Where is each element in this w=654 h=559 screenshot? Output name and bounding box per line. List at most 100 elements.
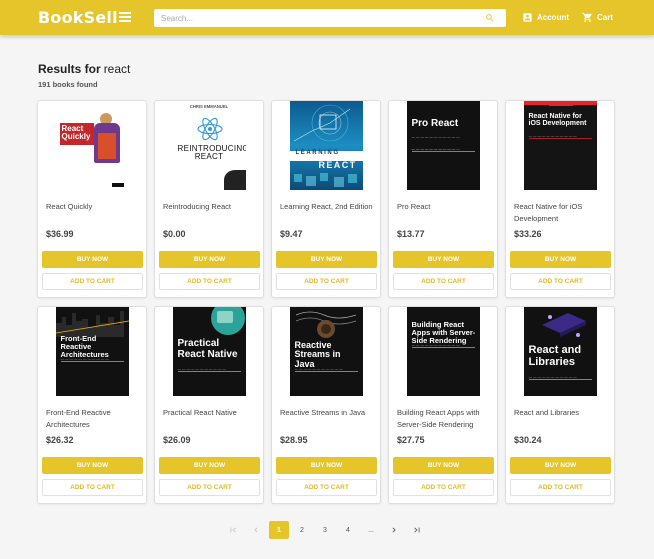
- book-price: $13.77: [397, 229, 425, 239]
- book-title[interactable]: Reintroducing React: [163, 201, 259, 213]
- add-to-cart-button[interactable]: ADD TO CART: [159, 273, 260, 290]
- search-bar[interactable]: [154, 9, 506, 27]
- book-cover[interactable]: Building React Apps with Server-Side Ren…: [389, 307, 497, 396]
- book-cover[interactable]: Reactive Streams in Java — — — — — — — —…: [272, 307, 380, 396]
- add-to-cart-button[interactable]: ADD TO CART: [510, 479, 611, 496]
- buy-now-button[interactable]: BUY NOW: [159, 251, 260, 268]
- cover-skyline-icon: [55, 311, 129, 337]
- add-to-cart-button[interactable]: ADD TO CART: [276, 273, 377, 290]
- book-price: $28.95: [280, 435, 308, 445]
- book-card[interactable]: React and Libraries — — — — — — — — — — …: [505, 306, 615, 504]
- buy-now-button[interactable]: BUY NOW: [159, 457, 260, 474]
- add-to-cart-button[interactable]: ADD TO CART: [276, 479, 377, 496]
- book-card[interactable]: Reactive Streams in Java — — — — — — — —…: [271, 306, 381, 504]
- book-price: $30.24: [514, 435, 542, 445]
- cover-title: Building React Apps with Server-Side Ren…: [411, 320, 476, 345]
- page-ellipsis: ...: [368, 526, 374, 534]
- cover-device-icon: [541, 313, 586, 337]
- buy-now-button[interactable]: BUY NOW: [276, 457, 377, 474]
- book-card[interactable]: Building React Apps with Server-Side Ren…: [388, 306, 498, 504]
- first-page-button[interactable]: [223, 521, 243, 539]
- book-cover[interactable]: CHRIS EMMANUEL REINTRODUCING REACT: [155, 101, 263, 190]
- book-title[interactable]: Pro React: [397, 201, 493, 213]
- book-price: $0.00: [163, 229, 186, 239]
- cart-label: Cart: [597, 12, 614, 22]
- first-page-icon: [230, 527, 236, 533]
- buy-now-button[interactable]: BUY NOW: [276, 251, 377, 268]
- pagination: 1 2 3 4...: [223, 521, 430, 539]
- cover-title: React and Libraries: [528, 344, 582, 368]
- book-price: $26.32: [46, 435, 74, 445]
- book-cover[interactable]: — — — — — — — — — — — — — — — — — — — — …: [389, 101, 497, 190]
- book-card[interactable]: LEARNING REACT Learning React, 2nd Editi…: [271, 100, 381, 298]
- search-icon[interactable]: [485, 13, 495, 23]
- page-button[interactable]: 4: [338, 521, 358, 539]
- previous-page-icon: [254, 527, 258, 533]
- results-query: react: [103, 62, 131, 76]
- account-icon: [523, 12, 532, 22]
- buy-now-button[interactable]: BUY NOW: [510, 251, 611, 268]
- book-card[interactable]: React Quickly React Quickly $36.99 BUY N…: [37, 100, 147, 298]
- book-cover[interactable]: Front-End Reactive Architectures — — — —…: [38, 307, 146, 396]
- page-button[interactable]: 1: [269, 521, 289, 539]
- next-page-icon: [392, 527, 396, 533]
- add-to-cart-button[interactable]: ADD TO CART: [42, 479, 143, 496]
- cover-author: CHRIS EMMANUEL: [189, 104, 229, 109]
- results-heading: Results for react: [38, 62, 130, 76]
- results-label: Results for: [38, 62, 101, 76]
- book-title[interactable]: Building React Apps with Server-Side Ren…: [397, 407, 493, 430]
- search-input[interactable]: [154, 9, 474, 27]
- add-to-cart-button[interactable]: ADD TO CART: [159, 479, 260, 496]
- book-price: $26.09: [163, 435, 191, 445]
- add-to-cart-button[interactable]: ADD TO CART: [510, 273, 611, 290]
- cart-button[interactable]: Cart: [582, 11, 613, 23]
- cover-title: React Quickly: [59, 123, 94, 145]
- buy-now-button[interactable]: BUY NOW: [393, 457, 494, 474]
- buy-now-button[interactable]: BUY NOW: [393, 251, 494, 268]
- book-card[interactable]: CHRIS EMMANUEL REINTRODUCING REACT Reint…: [154, 100, 264, 298]
- cover-top: LEARNING: [295, 150, 340, 156]
- account-label: Account: [537, 12, 569, 22]
- buy-now-button[interactable]: BUY NOW: [42, 457, 143, 474]
- top-app-bar: BookSell Account Cart: [0, 0, 654, 35]
- book-title[interactable]: React and Libraries: [514, 407, 610, 419]
- book-cover[interactable]: React Quickly: [38, 101, 146, 190]
- page-button[interactable]: 3: [315, 521, 335, 539]
- cover-title: Reactive Streams in Java: [294, 340, 341, 369]
- book-title[interactable]: Practical React Native: [163, 407, 259, 419]
- add-to-cart-button[interactable]: ADD TO CART: [393, 479, 494, 496]
- book-title[interactable]: Learning React, 2nd Edition: [280, 201, 376, 213]
- book-price: $9.47: [280, 229, 303, 239]
- buy-now-button[interactable]: BUY NOW: [510, 457, 611, 474]
- react-atom-icon: [196, 117, 223, 141]
- page-button[interactable]: 2: [292, 521, 312, 539]
- book-price: $33.26: [514, 229, 542, 239]
- cover-title: Pro React: [411, 118, 459, 129]
- book-title[interactable]: Reactive Streams in Java: [280, 407, 376, 419]
- next-page-button[interactable]: [384, 521, 404, 539]
- last-page-icon: [414, 527, 420, 533]
- book-card[interactable]: Front-End Reactive Architectures — — — —…: [37, 306, 147, 504]
- book-title[interactable]: Front-End Reactive Architectures: [46, 407, 142, 430]
- buy-now-button[interactable]: BUY NOW: [42, 251, 143, 268]
- book-card[interactable]: React Native for iOS Development — — — —…: [505, 100, 615, 298]
- cover-title: Front-End Reactive Architectures: [60, 334, 109, 359]
- book-card[interactable]: Practical React Native — — — — — — — — —…: [154, 306, 264, 504]
- cover-stream-icon: [295, 311, 356, 338]
- book-title[interactable]: React Native for iOS Development: [514, 201, 610, 224]
- book-cover[interactable]: Practical React Native — — — — — — — — —…: [155, 307, 263, 396]
- add-to-cart-button[interactable]: ADD TO CART: [393, 273, 494, 290]
- book-card[interactable]: — — — — — — — — — — — — — — — — — — — — …: [388, 100, 498, 298]
- book-cover[interactable]: React and Libraries — — — — — — — — — — …: [506, 307, 614, 396]
- logo[interactable]: BookSell: [38, 8, 131, 27]
- book-title[interactable]: React Quickly: [46, 201, 142, 213]
- last-page-button[interactable]: [407, 521, 427, 539]
- book-price: $36.99: [46, 229, 74, 239]
- book-cover[interactable]: React Native for iOS Development — — — —…: [506, 101, 614, 190]
- cover-title: Practical React Native: [177, 338, 238, 360]
- add-to-cart-button[interactable]: ADD TO CART: [42, 273, 143, 290]
- previous-page-button[interactable]: [246, 521, 266, 539]
- results-count: 191 books found: [38, 80, 98, 89]
- account-button[interactable]: Account: [522, 11, 569, 23]
- book-cover[interactable]: LEARNING REACT: [272, 101, 380, 190]
